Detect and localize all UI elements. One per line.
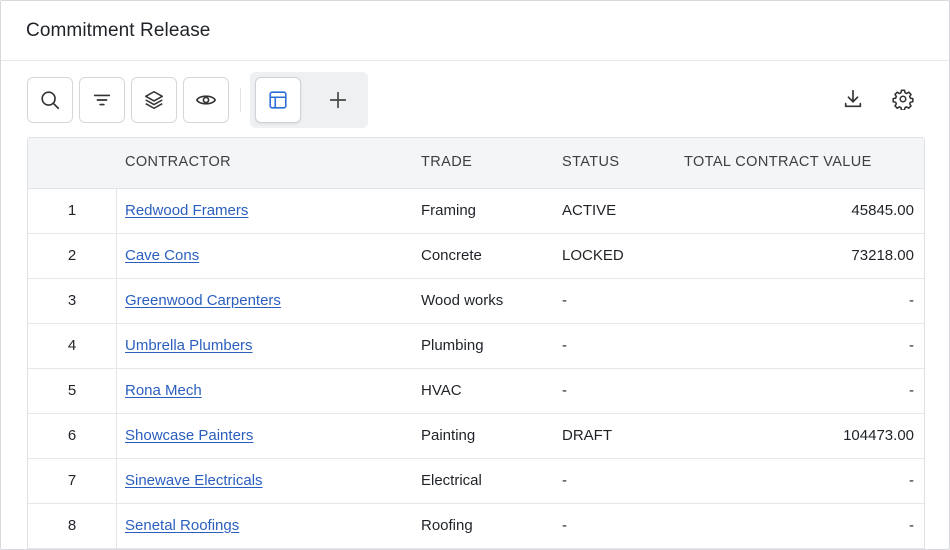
table-row: 1 Redwood Framers Framing ACTIVE 45845.0… [28,189,924,234]
contract-value-cell: - [909,337,914,354]
contractor-link[interactable]: Umbrella Plumbers [125,337,253,354]
column-header-trade[interactable]: TRADE [421,154,472,170]
trade-cell: HVAC [421,382,462,399]
table-view-button[interactable] [255,77,301,123]
search-icon [41,91,60,110]
row-index: 2 [67,247,77,264]
toolbar [1,72,949,128]
table-row: 3 Greenwood Carpenters Wood works - - [28,279,924,324]
trade-cell: Wood works [421,292,504,309]
row-index: 6 [67,427,77,444]
contract-value-cell: 73218.00 [851,247,914,264]
download-icon [844,89,862,108]
eye-icon [195,95,217,105]
layers-button[interactable] [131,77,177,123]
contractor-link[interactable]: Senetal Roofings [125,517,239,534]
table-row: 5 Rona Mech HVAC - - [28,369,924,414]
table-row: 7 Sinewave Electricals Electrical - - [28,459,924,504]
visibility-button[interactable] [183,77,229,123]
trade-cell: Plumbing [421,337,484,354]
gear-icon [892,89,914,110]
table-row: 4 Umbrella Plumbers Plumbing - - [28,324,924,369]
table-row: 8 Senetal Roofings Roofing - - [28,504,924,549]
filter-button[interactable] [79,77,125,123]
trade-cell: Framing [421,202,477,219]
row-index: 3 [67,292,77,309]
contract-value-cell: - [909,517,914,534]
status-cell: ACTIVE [562,202,617,219]
title-bar: Commitment Release [1,1,949,61]
trade-cell: Concrete [421,247,482,264]
status-cell: - [562,292,567,309]
plus-icon [329,91,347,109]
contract-value-cell: - [909,292,914,309]
table-header: CONTRACTOR TRADE STATUS TOTAL CONTRACT V… [28,138,924,189]
column-header-status[interactable]: STATUS [562,154,619,170]
trade-cell: Painting [421,427,476,444]
row-index: 4 [67,337,77,354]
status-cell: - [562,472,567,489]
trade-cell: Roofing [421,517,473,534]
contract-value-cell: - [909,382,914,399]
trade-cell: Electrical [421,472,482,489]
download-button[interactable] [841,87,865,111]
page-title: Commitment Release [26,19,211,41]
column-header-total-contract-value[interactable]: TOTAL CONTRACT VALUE [684,154,872,170]
contractor-link[interactable]: Greenwood Carpenters [125,292,281,309]
contractor-link[interactable]: Cave Cons [125,247,199,264]
table-icon [269,91,287,109]
toolbar-divider [240,88,241,112]
status-cell: DRAFT [562,427,612,444]
status-cell: LOCKED [562,247,624,264]
contractor-link[interactable]: Showcase Painters [125,427,253,444]
row-index: 7 [67,472,77,489]
contractor-link[interactable]: Rona Mech [125,382,202,399]
commitment-release-window: Commitment Release CONTRACTOR TRADE STAT… [0,0,950,550]
contract-value-cell: - [909,472,914,489]
status-cell: - [562,382,567,399]
contract-value-cell: 45845.00 [851,202,914,219]
layers-icon [144,90,164,110]
table-row: 6 Showcase Painters Painting DRAFT 10447… [28,414,924,459]
row-index: 1 [67,202,77,219]
search-button[interactable] [27,77,73,123]
status-cell: - [562,337,567,354]
contractors-table: CONTRACTOR TRADE STATUS TOTAL CONTRACT V… [27,137,925,549]
table-row: 2 Cave Cons Concrete LOCKED 73218.00 [28,234,924,279]
column-header-contractor[interactable]: CONTRACTOR [125,154,231,170]
add-button[interactable] [315,77,361,123]
contractor-link[interactable]: Sinewave Electricals [125,472,263,489]
status-cell: - [562,517,567,534]
settings-button[interactable] [891,87,915,111]
contract-value-cell: 104473.00 [843,427,914,444]
row-index: 8 [67,517,77,534]
filter-icon [93,94,111,106]
row-index: 5 [67,382,77,399]
contractor-link[interactable]: Redwood Framers [125,202,248,219]
